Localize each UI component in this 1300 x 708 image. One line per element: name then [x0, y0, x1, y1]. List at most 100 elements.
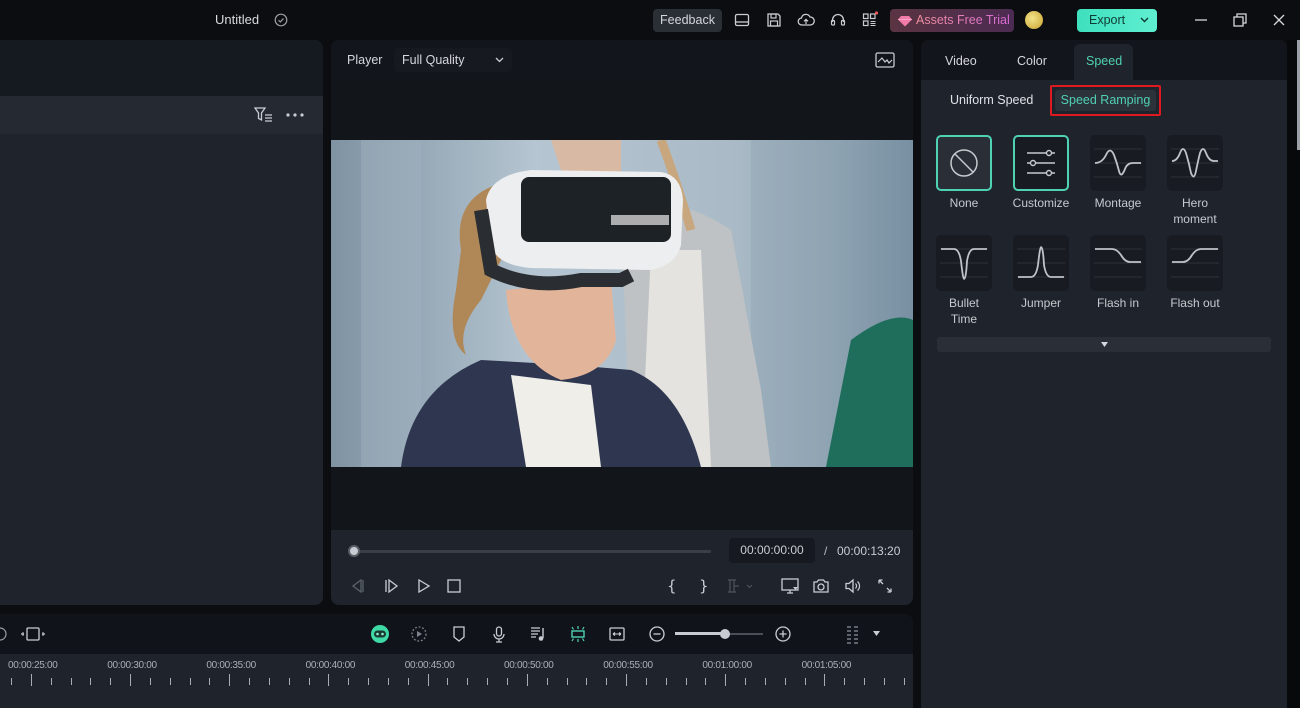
ruler-major-tick — [725, 674, 726, 686]
player-header: Player Full Quality — [331, 40, 913, 80]
preset-label: Customize — [1012, 196, 1070, 210]
preset-thumb — [1090, 135, 1146, 191]
cloud-upload-icon[interactable] — [797, 11, 815, 29]
previous-frame-icon[interactable] — [349, 577, 367, 595]
caret-down-icon[interactable] — [873, 631, 891, 649]
property-tabs: Video Color Speed — [921, 40, 1287, 80]
timeline-ruler[interactable]: 00:00:25:00 00:00:30:00 00:00:35:00 00:00:4… — [0, 654, 913, 708]
preset-label: Flash in — [1096, 296, 1140, 310]
ruler-minor-tick — [547, 678, 548, 685]
progress-handle[interactable] — [348, 545, 360, 557]
export-button[interactable]: Export — [1077, 9, 1157, 32]
preset-label: Montage — [1094, 196, 1142, 210]
preset-thumb — [1090, 235, 1146, 291]
auto-reframe-icon[interactable] — [410, 625, 428, 643]
subtab-speed-ramping[interactable]: Speed Ramping — [1055, 90, 1156, 111]
ruler-minor-tick — [447, 678, 448, 685]
hero-moment-curve-icon — [1171, 148, 1219, 178]
preset-jumper[interactable]: Jumper — [1012, 235, 1070, 311]
tab-video[interactable]: Video — [945, 54, 977, 68]
ruler-major-tick — [626, 674, 627, 686]
montage-curve-icon — [1094, 148, 1142, 178]
progress-track[interactable] — [351, 550, 711, 553]
filter-list-icon[interactable] — [254, 106, 274, 124]
property-panel: Video Color Speed Uniform Speed Speed Ra… — [921, 40, 1287, 708]
tab-speed[interactable]: Speed — [1074, 44, 1133, 80]
headset-icon[interactable] — [829, 11, 847, 29]
current-timecode[interactable]: 00:00:00:00 — [729, 538, 815, 563]
video-preview-area[interactable] — [331, 80, 913, 530]
preset-label: None — [949, 196, 979, 210]
layout-icon[interactable] — [733, 11, 751, 29]
preset-hero-moment[interactable]: Hero moment — [1166, 135, 1224, 227]
ai-copilot-icon[interactable] — [370, 624, 389, 643]
player-controls: 00:00:00:00 / 00:00:13:20 { } — [331, 530, 913, 605]
save-icon[interactable] — [765, 11, 783, 29]
preset-bullet-time[interactable]: Bullet Time — [935, 235, 993, 327]
marker-icon[interactable] — [450, 625, 468, 643]
ruler-minor-tick — [269, 678, 270, 685]
subtab-uniform-speed[interactable]: Uniform Speed — [950, 93, 1033, 107]
zoom-in-icon[interactable] — [774, 625, 792, 643]
insert-clip-icon[interactable] — [725, 577, 753, 595]
fit-timeline-icon[interactable] — [608, 625, 626, 643]
display-settings-icon[interactable] — [780, 577, 799, 595]
mark-in-icon[interactable]: { — [662, 577, 680, 595]
ruler-minor-tick — [844, 678, 845, 685]
volume-icon[interactable] — [844, 577, 862, 595]
ruler-minor-tick — [467, 678, 468, 685]
expand-presets-button[interactable] — [937, 337, 1271, 352]
audio-track-icon[interactable] — [529, 625, 547, 643]
feedback-button[interactable]: Feedback — [653, 9, 722, 32]
zoom-out-icon[interactable] — [648, 625, 666, 643]
ruler-minor-tick — [864, 678, 865, 685]
user-avatar[interactable] — [1025, 11, 1043, 29]
compare-view-icon[interactable] — [875, 52, 895, 68]
assets-free-trial-button[interactable]: Assets Free Trial — [890, 9, 1014, 32]
ruler-minor-tick — [884, 678, 885, 685]
more-options-icon[interactable] — [286, 113, 304, 117]
preset-flash-out[interactable]: Flash out — [1166, 235, 1224, 311]
preset-flash-in[interactable]: Flash in — [1089, 235, 1147, 311]
mark-out-icon[interactable]: } — [694, 577, 712, 595]
assets-label: Assets Free Trial — [916, 13, 1010, 27]
ruler-minor-tick — [586, 678, 587, 685]
zoom-slider-handle[interactable] — [720, 629, 731, 639]
ruler-minor-tick — [249, 678, 250, 685]
ruler-minor-tick — [785, 678, 786, 685]
ruler-minor-tick — [408, 678, 409, 685]
sliders-icon — [1027, 149, 1055, 177]
preset-montage[interactable]: Montage — [1089, 135, 1147, 211]
microphone-icon[interactable] — [490, 625, 508, 643]
project-title[interactable]: Untitled — [215, 12, 259, 27]
fullscreen-icon[interactable] — [876, 577, 894, 595]
stop-icon[interactable] — [445, 577, 463, 595]
restore-icon[interactable] — [1231, 11, 1249, 29]
ruler-minor-tick — [289, 678, 290, 685]
quality-value: Full Quality — [402, 53, 465, 67]
ruler-minor-tick — [388, 678, 389, 685]
snapshot-camera-icon[interactable] — [812, 577, 830, 595]
ruler-minor-tick — [765, 678, 766, 685]
media-panel-body — [0, 134, 323, 605]
quality-dropdown[interactable]: Full Quality — [394, 48, 512, 72]
next-frame-icon[interactable] — [382, 577, 400, 595]
play-icon[interactable] — [414, 577, 432, 595]
partial-icon[interactable] — [0, 625, 9, 643]
apps-grid-icon[interactable] — [861, 11, 879, 29]
ruler-label: 00:01:05:00 — [801, 660, 852, 671]
ai-scene-detect-icon[interactable] — [569, 625, 587, 643]
freeze-frame-icon[interactable] — [20, 625, 45, 643]
tab-color[interactable]: Color — [1017, 54, 1047, 68]
minimize-icon[interactable] — [1192, 11, 1210, 29]
ruler-minor-tick — [348, 678, 349, 685]
chevron-down-icon[interactable] — [1140, 17, 1149, 23]
ruler-major-tick — [229, 674, 230, 686]
preset-none[interactable]: None — [935, 135, 993, 211]
track-layout-icon[interactable] — [845, 625, 863, 644]
media-panel-header — [0, 40, 323, 96]
ruler-minor-tick — [209, 678, 210, 685]
close-icon[interactable] — [1270, 11, 1288, 29]
ruler-minor-tick — [805, 678, 806, 685]
preset-customize[interactable]: Customize — [1012, 135, 1070, 211]
